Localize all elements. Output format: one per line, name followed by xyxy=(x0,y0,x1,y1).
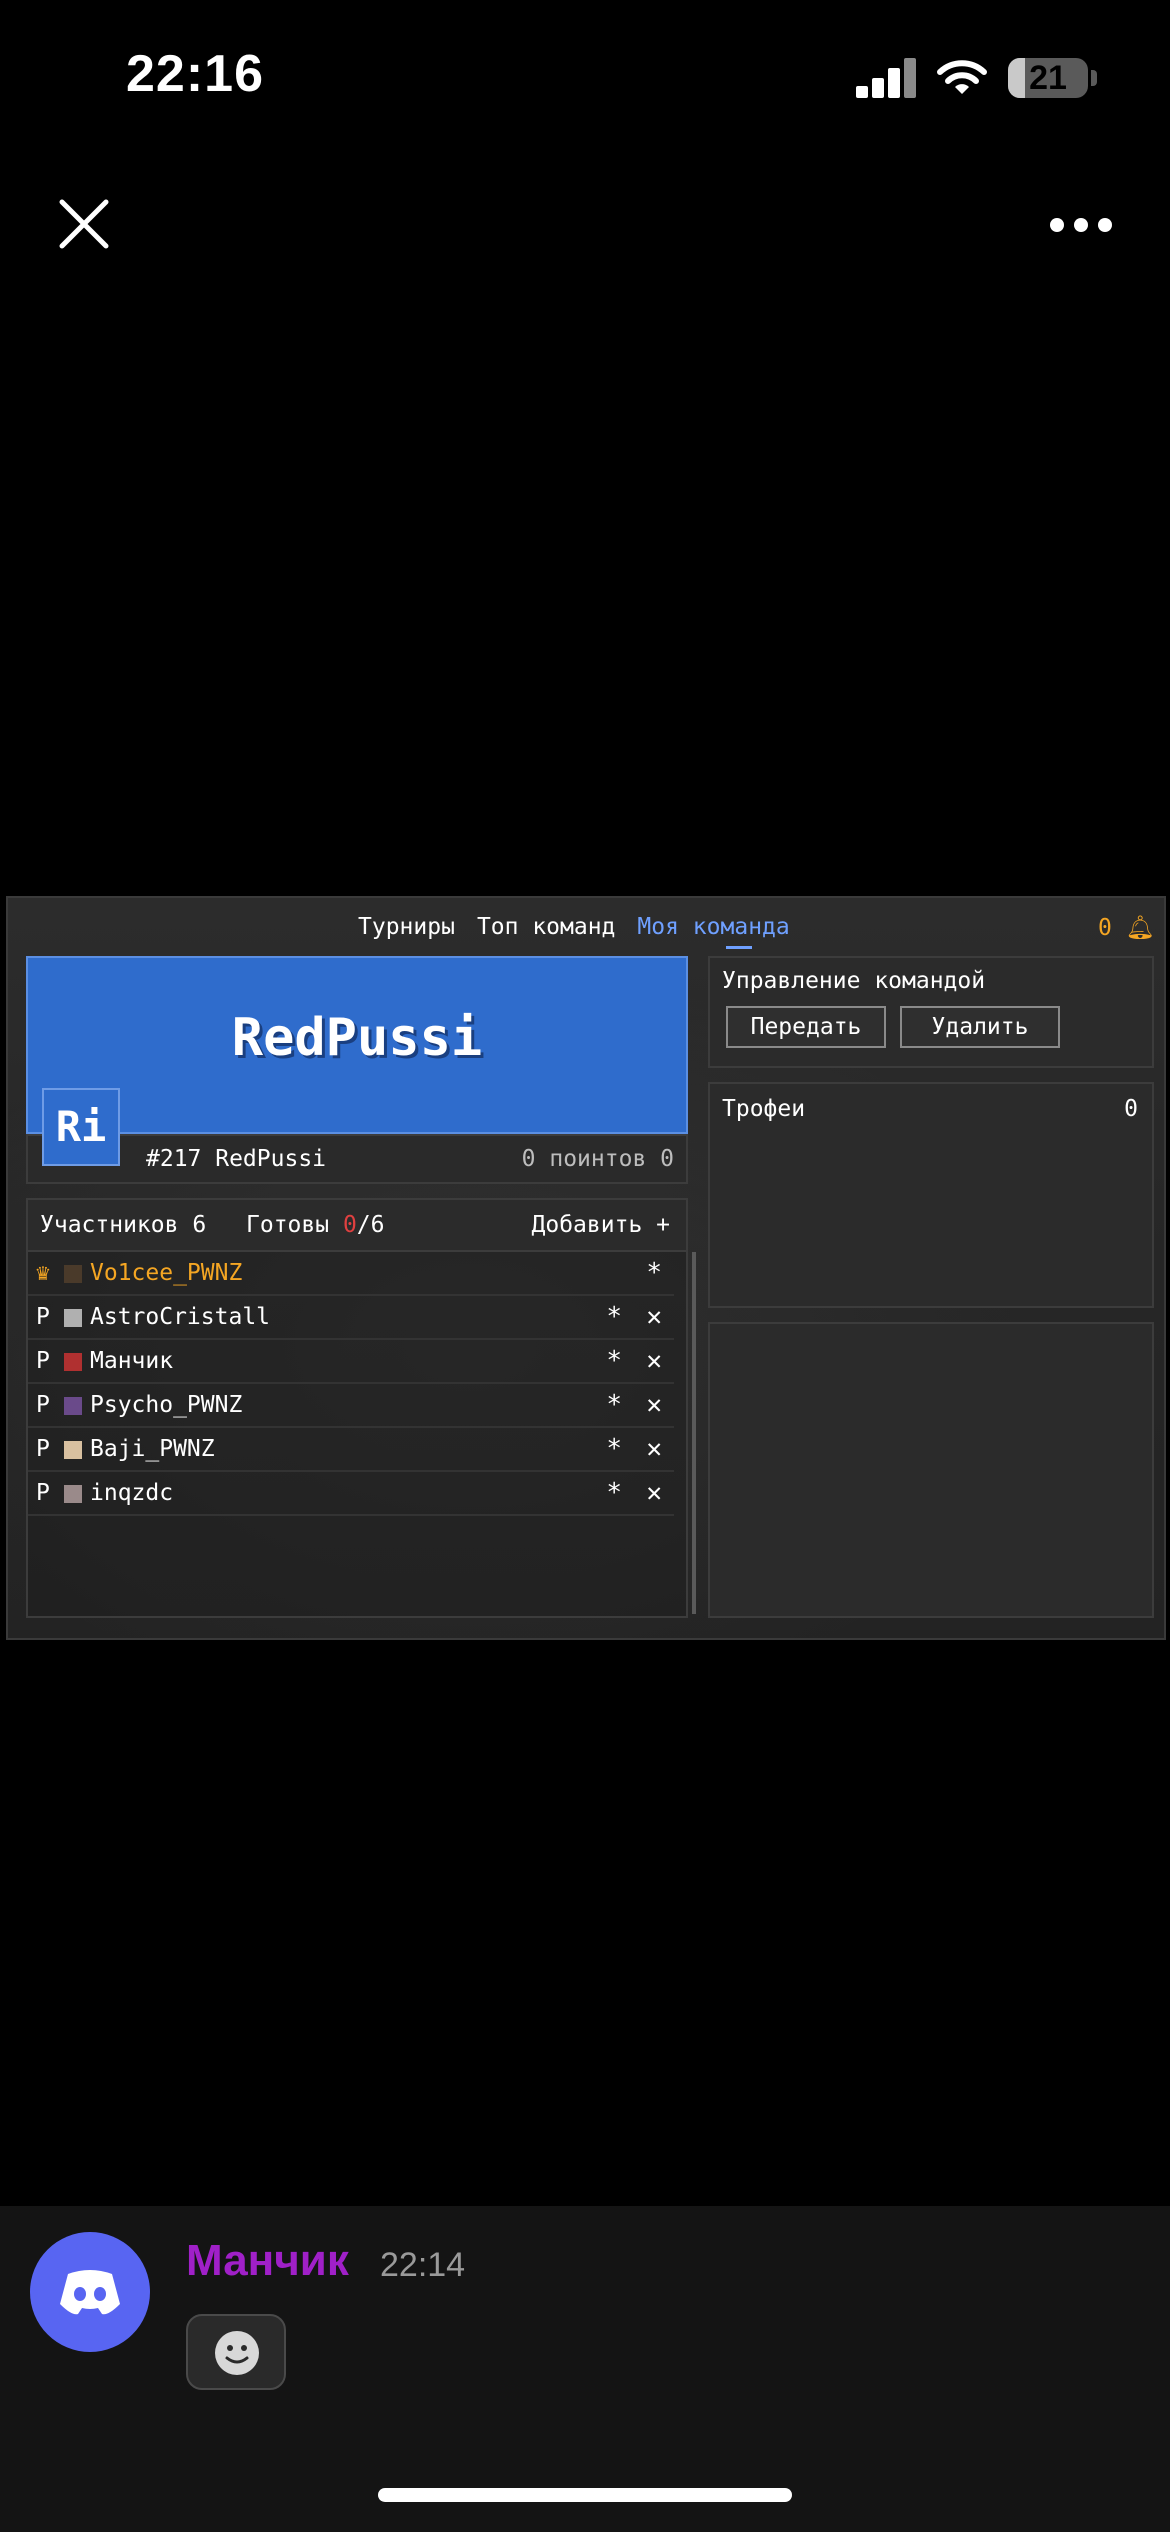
member-name: Манчик xyxy=(90,1348,174,1374)
member-name: Baji_PWNZ xyxy=(90,1436,215,1462)
kick-icon[interactable]: ✕ xyxy=(646,1302,662,1332)
reaction-button[interactable] xyxy=(186,2314,286,2390)
author-avatar[interactable] xyxy=(30,2232,150,2352)
empty-panel xyxy=(708,1322,1154,1618)
member-prefix: P xyxy=(36,1348,50,1374)
status-time: 22:16 xyxy=(126,45,264,103)
member-prefix: P xyxy=(36,1304,50,1330)
cellular-signal-icon xyxy=(856,58,916,98)
home-indicator[interactable] xyxy=(378,2488,792,2502)
team-points: 0 поинтов 0 xyxy=(521,1146,674,1172)
member-list-scrollbar[interactable] xyxy=(692,1252,696,1614)
delete-button[interactable]: Удалить xyxy=(900,1006,1060,1048)
notification-count: 0 xyxy=(1098,915,1112,941)
notifications[interactable]: 0 🔔︎ xyxy=(1098,914,1155,941)
member-row[interactable]: P AstroCristall * ✕ xyxy=(28,1296,674,1340)
member-name: AstroCristall xyxy=(90,1304,271,1330)
team-rank: #217 RedPussi xyxy=(146,1146,327,1172)
team-banner-name: RedPussi xyxy=(231,1008,483,1068)
team-banner: RedPussi xyxy=(26,956,688,1134)
transfer-button[interactable]: Передать xyxy=(726,1006,886,1048)
add-member-button[interactable]: Добавить + xyxy=(532,1212,670,1238)
game-screenshot: Турниры Топ команд Моя команда 0 🔔︎ RedPus… xyxy=(6,896,1166,1640)
member-row[interactable]: P Манчик * ✕ xyxy=(28,1340,674,1384)
member-avatar xyxy=(64,1265,82,1283)
member-avatar xyxy=(64,1309,82,1327)
team-management-title: Управление командой xyxy=(722,968,986,994)
message-area: Манчик 22:14 xyxy=(0,2206,1170,2532)
wifi-icon xyxy=(937,60,987,94)
member-name: Vo1cee_PWNZ xyxy=(90,1260,243,1286)
team-info-strip: #217 RedPussi 0 поинтов 0 xyxy=(26,1134,688,1184)
battery-icon: 21 xyxy=(1008,58,1088,98)
kick-icon[interactable]: ✕ xyxy=(646,1390,662,1420)
members-header: Участников 6 Готовы 0/6 Добавить + xyxy=(28,1200,686,1252)
member-row[interactable]: P Psycho_PWNZ * ✕ xyxy=(28,1384,674,1428)
message-author[interactable]: Манчик xyxy=(186,2236,349,2286)
member-row[interactable]: ♛ Vo1cee_PWNZ * xyxy=(28,1252,674,1296)
more-options-icon[interactable] xyxy=(1050,210,1114,240)
smiley-face-icon xyxy=(215,2331,259,2375)
star-icon[interactable]: * xyxy=(606,1302,622,1332)
star-icon[interactable]: * xyxy=(646,1258,662,1288)
discord-logo-icon xyxy=(60,2270,120,2315)
ready-label: Готовы xyxy=(246,1212,343,1238)
nav-tabs: Турниры Топ команд Моя команда xyxy=(358,914,790,950)
member-prefix: P xyxy=(36,1436,50,1462)
member-row[interactable]: Pinqzdc * ✕ xyxy=(28,1472,674,1516)
member-row[interactable]: P Baji_PWNZ * ✕ xyxy=(28,1428,674,1472)
member-name: inqzdc xyxy=(90,1480,174,1506)
members-count: Участников 6 xyxy=(40,1212,207,1238)
member-name: Psycho_PWNZ xyxy=(90,1392,243,1418)
star-icon[interactable]: * xyxy=(606,1346,622,1376)
kick-icon[interactable]: ✕ xyxy=(646,1478,662,1508)
ready-value: 0 xyxy=(342,1212,357,1238)
crown-icon: ♛ xyxy=(36,1260,50,1286)
close-icon[interactable] xyxy=(52,192,116,256)
trophies-count: 0 xyxy=(1124,1096,1138,1122)
kick-icon[interactable]: ✕ xyxy=(646,1346,662,1376)
tab-1[interactable]: Топ команд xyxy=(477,914,615,950)
battery-percentage: 21 xyxy=(1029,59,1067,97)
ready-count: Готовы 0/6 xyxy=(246,1212,385,1238)
member-avatar xyxy=(64,1441,82,1459)
member-prefix: P xyxy=(36,1480,50,1506)
team-management-panel: Управление командой Передать Удалить xyxy=(708,956,1154,1068)
team-logo: Ri xyxy=(42,1088,120,1166)
message-time: 22:14 xyxy=(380,2246,466,2284)
member-avatar xyxy=(64,1397,82,1415)
kick-icon[interactable]: ✕ xyxy=(646,1434,662,1464)
tab-0[interactable]: Турниры xyxy=(358,914,455,950)
member-avatar xyxy=(64,1353,82,1371)
battery-cap xyxy=(1091,70,1097,86)
trophies-title: Трофеи xyxy=(722,1096,806,1122)
tab-2[interactable]: Моя команда xyxy=(637,914,789,950)
active-tab-underline xyxy=(726,946,752,949)
members-panel: Участников 6 Готовы 0/6 Добавить + ♛ Vo1c… xyxy=(26,1198,696,1618)
member-prefix: P xyxy=(36,1392,50,1418)
member-avatar xyxy=(64,1485,82,1503)
bell-icon: 🔔︎ xyxy=(1125,915,1155,941)
star-icon[interactable]: * xyxy=(606,1434,622,1464)
trophies-panel: Трофеи 0 xyxy=(708,1082,1154,1308)
star-icon[interactable]: * xyxy=(606,1478,622,1508)
star-icon[interactable]: * xyxy=(606,1390,622,1420)
ready-total: /6 xyxy=(356,1212,385,1238)
